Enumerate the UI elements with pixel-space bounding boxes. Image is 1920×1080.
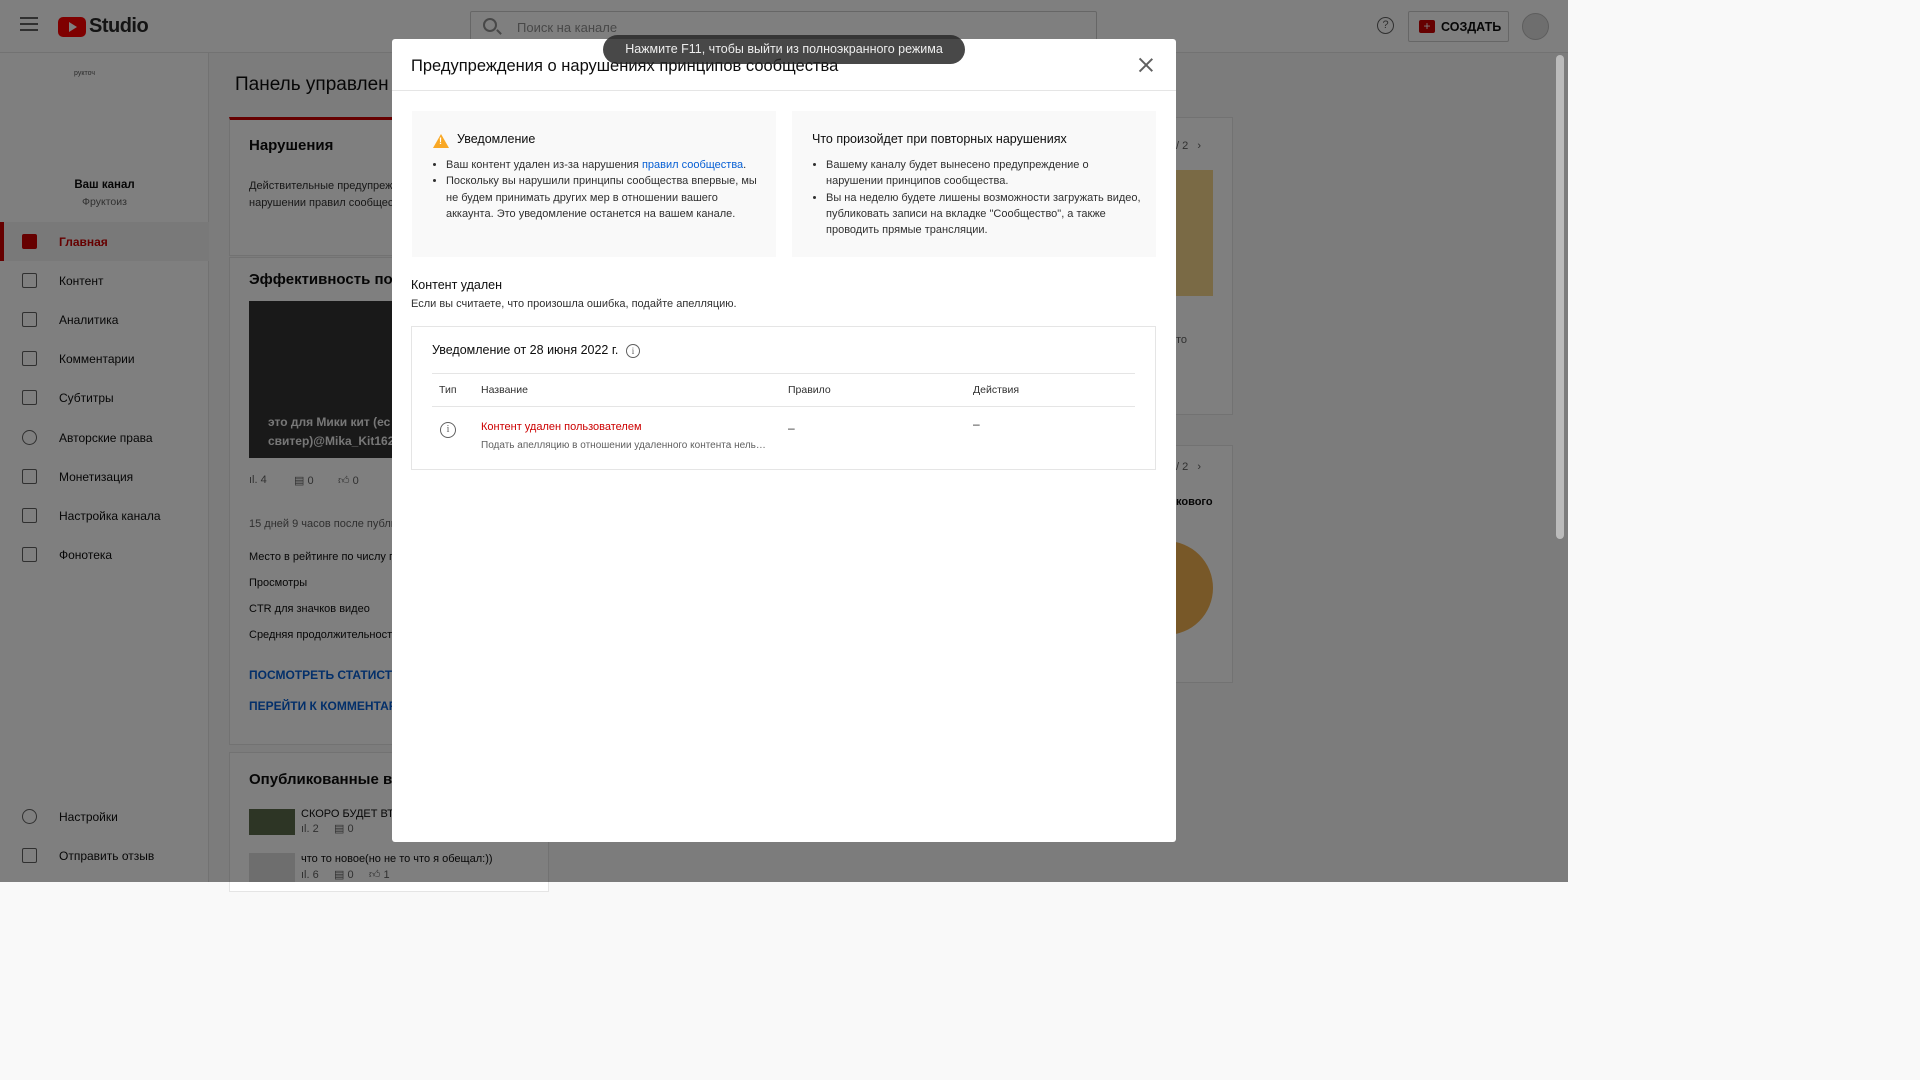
rule-value: – — [788, 421, 795, 435]
notice-text: Ваш контент удален из-за нарушения — [446, 159, 642, 171]
repeat-item: Вы на неделю будете лишены возможности з… — [826, 190, 1142, 239]
repeat-list: Вашему каналу будет вынесено предупрежде… — [812, 157, 1142, 238]
column-header-type: Тип — [439, 384, 457, 396]
divider — [432, 406, 1135, 407]
notice-table: Уведомление от 28 июня 2022 г. i Тип Наз… — [411, 326, 1156, 470]
divider — [392, 90, 1176, 91]
divider — [432, 373, 1135, 374]
appeal-note: Подать апелляцию в отношении удаленного … — [481, 440, 766, 451]
notice-item: Поскольку вы нарушили принципы сообществ… — [446, 173, 762, 222]
column-header-rule: Правило — [788, 384, 831, 396]
actions-value: – — [973, 417, 980, 431]
notice-panel: Уведомление Ваш контент удален из-за нар… — [412, 111, 776, 257]
repeat-title: Что произойдет при повторных нарушениях — [812, 132, 1067, 146]
removed-content-name[interactable]: Контент удален пользователем — [481, 421, 642, 433]
notice-date-heading: Уведомление от 28 июня 2022 г. — [432, 343, 619, 357]
repeat-item: Вашему каналу будет вынесено предупрежде… — [826, 157, 1142, 190]
column-header-actions: Действия — [973, 384, 1020, 396]
notice-text: . — [743, 159, 747, 171]
column-header-name: Название — [481, 384, 528, 396]
type-info-icon: i — [440, 422, 456, 438]
strikes-dialog: Предупреждения о нарушениях принципов со… — [392, 39, 1176, 842]
fullscreen-toast: Нажмите F11, чтобы выйти из полноэкранно… — [603, 35, 965, 64]
notice-item: Ваш контент удален из-за нарушения прави… — [446, 157, 762, 173]
notice-title: Уведомление — [457, 132, 536, 146]
info-icon[interactable]: i — [626, 344, 640, 358]
removed-subtitle: Если вы считаете, что произошла ошибка, … — [411, 298, 737, 310]
removed-title: Контент удален — [411, 278, 503, 292]
notice-list: Ваш контент удален из-за нарушения прави… — [432, 157, 762, 222]
repeat-violations-panel: Что произойдет при повторных нарушениях … — [792, 111, 1156, 257]
warning-icon — [433, 134, 449, 148]
community-guidelines-link[interactable]: правил сообщества — [642, 159, 743, 171]
page-scrollbar[interactable] — [1556, 55, 1564, 539]
close-icon[interactable] — [1137, 56, 1155, 74]
